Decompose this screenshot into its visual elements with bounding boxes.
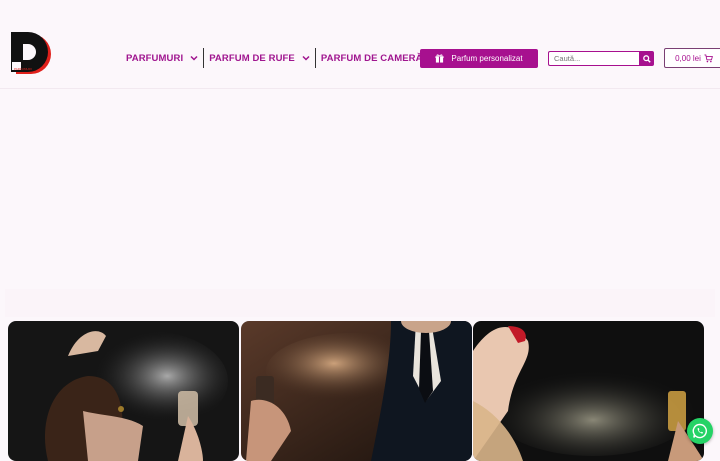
site-logo[interactable]: PARFUMURI — [9, 32, 53, 76]
site-header: PARFUMURI PARFUMURI PARFUM DE RUFE PARFU… — [0, 0, 720, 89]
logo-text: PARFUMURI — [14, 67, 32, 71]
woman-neck-perfume-image — [473, 321, 704, 461]
cart-button[interactable]: 0,00 lei — [664, 48, 720, 68]
hero-section — [0, 89, 720, 289]
nav-label: PARFUM DE RUFE — [209, 52, 295, 64]
nav-item-parfum-de-rufe[interactable]: PARFUM DE RUFE — [204, 48, 315, 68]
nav-label: PARFUMURI — [126, 52, 184, 64]
chevron-down-icon — [302, 55, 310, 61]
custom-perfume-label: Parfum personalizat — [451, 54, 523, 63]
category-card-woman-spray[interactable] — [8, 321, 239, 461]
whatsapp-chat-button[interactable] — [687, 418, 713, 444]
chevron-down-icon — [190, 55, 198, 61]
nav-item-parfumuri[interactable]: PARFUMURI — [121, 48, 203, 68]
search-button[interactable] — [639, 51, 654, 66]
custom-perfume-button[interactable]: Parfum personalizat — [420, 49, 538, 68]
nav-item-parfum-de-camera[interactable]: PARFUM DE CAMERĂ — [316, 48, 428, 68]
gift-icon — [435, 54, 444, 63]
search-input[interactable] — [548, 51, 639, 66]
section-divider — [5, 289, 715, 317]
nav-label: PARFUM DE CAMERĂ — [320, 52, 423, 64]
whatsapp-icon — [692, 423, 707, 439]
cart-icon — [704, 53, 713, 62]
main-nav: PARFUMURI PARFUM DE RUFE PARFUM DE CAMER… — [121, 48, 428, 68]
cart-total: 0,00 lei — [675, 53, 701, 63]
category-card-woman-neck[interactable] — [473, 321, 704, 461]
category-card-man-spray[interactable] — [241, 321, 472, 461]
woman-spraying-perfume-image — [8, 321, 239, 461]
search-form — [548, 51, 654, 66]
man-spraying-perfume-image — [241, 321, 472, 461]
search-icon — [642, 54, 651, 63]
